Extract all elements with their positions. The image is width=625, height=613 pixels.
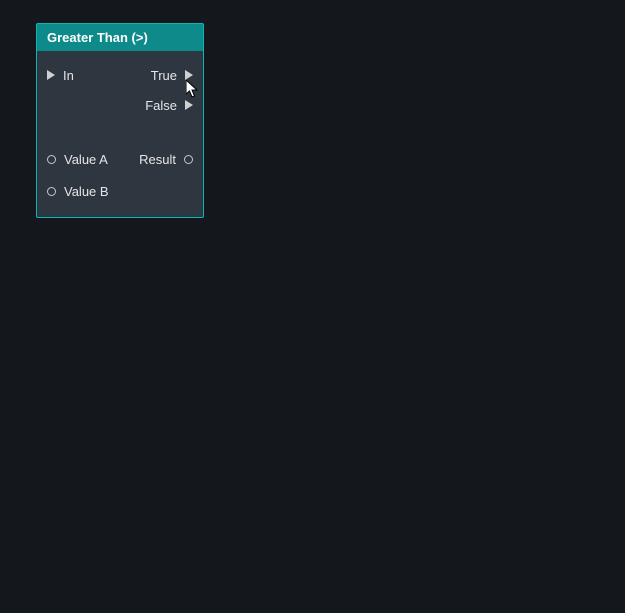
result-label: Result [139, 152, 176, 167]
value-b-port[interactable]: Value B [47, 184, 109, 199]
data-row-1: Value A Result [47, 149, 193, 169]
exec-false-port[interactable]: False [145, 98, 193, 113]
exec-triangle-icon [47, 70, 55, 80]
value-a-label: Value A [64, 152, 108, 167]
exec-false-label: False [145, 98, 177, 113]
exec-triangle-icon [185, 100, 193, 110]
data-row-2: Value B [47, 181, 193, 201]
exec-row-2: False [47, 95, 193, 115]
spacer [47, 127, 193, 149]
exec-true-label: True [151, 68, 177, 83]
node-body: In True False Value A Result [37, 51, 203, 217]
exec-row-1: In True [47, 65, 193, 85]
result-port[interactable]: Result [139, 152, 193, 167]
node-title: Greater Than (>) [47, 30, 148, 45]
data-port-icon [184, 155, 193, 164]
exec-in-label: In [63, 68, 74, 83]
value-b-label: Value B [64, 184, 109, 199]
exec-in-port[interactable]: In [47, 68, 74, 83]
greater-than-node[interactable]: Greater Than (>) In True False Value A [36, 23, 204, 218]
node-title-bar[interactable]: Greater Than (>) [37, 24, 203, 51]
value-a-port[interactable]: Value A [47, 152, 108, 167]
exec-triangle-icon [185, 70, 193, 80]
data-port-icon [47, 155, 56, 164]
exec-true-port[interactable]: True [151, 68, 193, 83]
data-port-icon [47, 187, 56, 196]
